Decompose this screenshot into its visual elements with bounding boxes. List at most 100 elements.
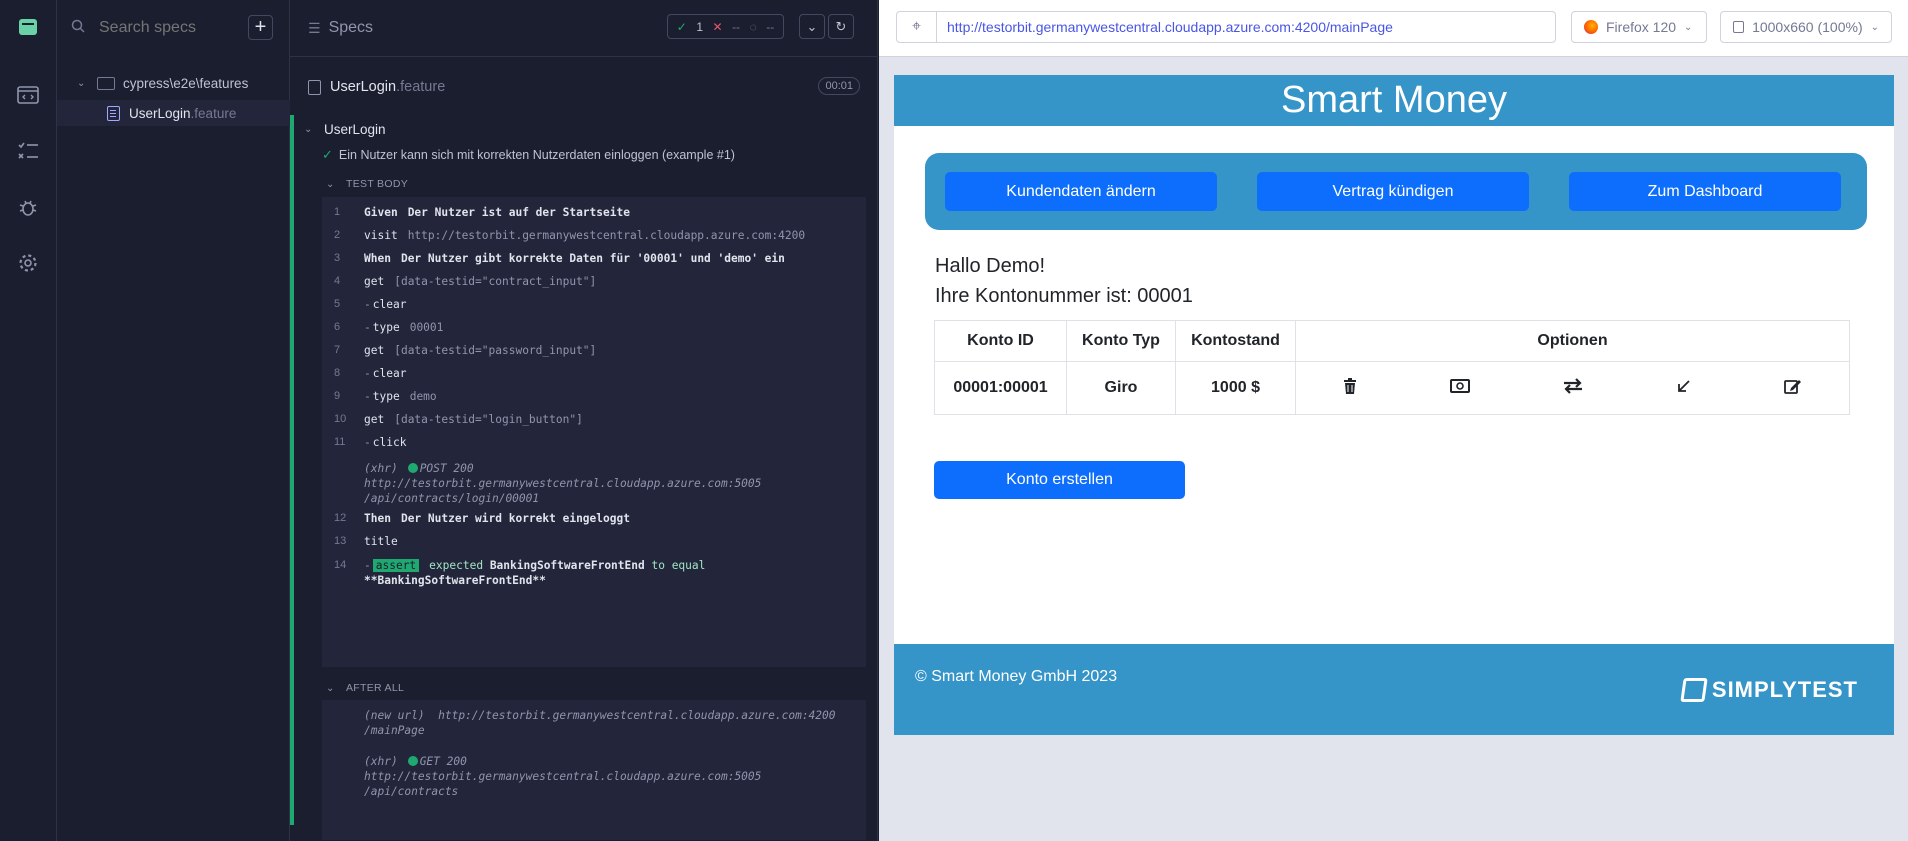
new-url-log[interactable]: (new url) http://testorbit.germanywestce… bbox=[322, 708, 866, 738]
debug-bug-icon[interactable] bbox=[15, 194, 41, 220]
chevron-down-icon: ⌄ bbox=[1870, 21, 1879, 33]
accounts-table: Konto ID Konto Typ Kontostand Optionen 0… bbox=[934, 320, 1850, 415]
command-row[interactable]: 13 title bbox=[322, 535, 866, 548]
runs-nav-icon[interactable] bbox=[15, 138, 41, 164]
create-account-button[interactable]: Konto erstellen bbox=[934, 461, 1185, 499]
command-row[interactable]: 11 - click bbox=[322, 436, 866, 449]
command-arg: [data-testid="contract_input"] bbox=[394, 275, 597, 288]
browser-bar: ⌖ http://testorbit.germanywestcentral.cl… bbox=[879, 0, 1908, 57]
column-header: Konto ID bbox=[934, 320, 1067, 362]
browser-select[interactable]: Firefox 120 ⌄ bbox=[1571, 11, 1707, 43]
child-dash: - bbox=[364, 367, 371, 380]
step-text: Der Nutzer wird korrekt eingeloggt bbox=[400, 512, 630, 525]
running-spec-row: UserLogin .feature 00:01 bbox=[290, 72, 878, 102]
viewport-icon bbox=[1733, 21, 1745, 33]
xhr-log-post[interactable]: (xhr) POST 200 http://testorbit.germanywe… bbox=[322, 461, 866, 506]
log-url-path: /mainPage bbox=[364, 724, 425, 737]
table-row: 00001:00001 Giro 1000 $ bbox=[934, 361, 1850, 415]
trash-icon[interactable] bbox=[1343, 377, 1357, 399]
running-spec-ext: .feature bbox=[396, 79, 446, 95]
command-name: clear bbox=[372, 298, 407, 311]
url-bar[interactable]: ⌖ http://testorbit.germanywestcentral.cl… bbox=[896, 11, 1556, 43]
cancel-contract-button[interactable]: Vertrag kündigen bbox=[1257, 172, 1529, 211]
options-cell bbox=[1295, 361, 1850, 415]
test-stats: ✓ 1 ✕ -- ◌ -- bbox=[667, 14, 784, 39]
command-row[interactable]: 2 visit http://testorbit.germanywestcentra… bbox=[322, 229, 866, 242]
step-text: Der Nutzer ist auf der Startseite bbox=[407, 206, 630, 219]
command-row[interactable]: 12 Then Der Nutzer wird korrekt eingeloggt bbox=[322, 512, 866, 525]
command-name: clear bbox=[372, 367, 407, 380]
arrow-down-left-icon[interactable] bbox=[1677, 378, 1691, 398]
test-title[interactable]: ✓ Ein Nutzer kann sich mit korrekten Nut… bbox=[322, 147, 735, 163]
money-icon[interactable] bbox=[1450, 378, 1471, 398]
url-text: http://testorbit.germanywestcentral.clou… bbox=[947, 19, 1393, 35]
expand-collapse-button[interactable]: ⌄ bbox=[799, 14, 825, 39]
failed-icon: ✕ bbox=[712, 19, 723, 34]
assert-expected: **BankingSoftwareFrontEnd** bbox=[364, 574, 546, 587]
check-icon: ✓ bbox=[322, 147, 333, 162]
spec-search bbox=[71, 14, 272, 42]
command-number: 10 bbox=[334, 413, 347, 425]
reporter-header: ☰ Specs ✓ 1 ✕ -- ◌ -- ⌄ ↻ bbox=[290, 0, 878, 57]
assert-row[interactable]: 14 - assert expected BankingSoftwareFrontE… bbox=[322, 558, 866, 588]
dashboard-button[interactable]: Zum Dashboard bbox=[1569, 172, 1841, 211]
spec-file-row[interactable]: UserLogin .feature bbox=[57, 100, 290, 126]
greeting: Hallo Demo! bbox=[935, 255, 1046, 277]
command-row[interactable]: 5 - clear bbox=[322, 298, 866, 311]
running-spec-name: UserLogin bbox=[330, 79, 397, 95]
command-row[interactable]: 9 - type demo bbox=[322, 390, 866, 403]
nav-rail bbox=[0, 0, 61, 841]
command-row[interactable]: 3 When Der Nutzer gibt korrekte Daten für … bbox=[322, 252, 866, 265]
log-method: POST 200 bbox=[419, 462, 474, 475]
account-type-cell: Giro bbox=[1066, 361, 1176, 415]
child-dash: - bbox=[364, 390, 371, 403]
command-row[interactable]: 7 get [data-testid="password_input"] bbox=[322, 344, 866, 357]
column-header: Kontostand bbox=[1175, 320, 1296, 362]
document-icon bbox=[308, 79, 321, 95]
folder-row[interactable]: ⌄ cypress\e2e\features bbox=[57, 70, 290, 96]
child-dash: - bbox=[364, 559, 371, 572]
xhr-log-get[interactable]: (xhr) GET 200 http://testorbit.germanywes… bbox=[322, 754, 866, 799]
log-tag: (xhr) bbox=[364, 755, 398, 768]
column-header: Optionen bbox=[1295, 320, 1850, 362]
reporter-title[interactable]: ☰ Specs bbox=[308, 19, 373, 37]
command-arg: 00001 bbox=[409, 321, 444, 334]
pending-icon: ◌ bbox=[749, 19, 757, 34]
command-row[interactable]: 4 get [data-testid="contract_input"] bbox=[322, 275, 866, 288]
command-row[interactable]: 10 get [data-testid="login_button"] bbox=[322, 413, 866, 426]
transfer-icon[interactable] bbox=[1563, 377, 1583, 399]
edit-icon[interactable] bbox=[1784, 378, 1802, 399]
viewport-size: 1000x660 bbox=[1752, 19, 1814, 35]
test-body-header[interactable]: ⌄ TEST BODY bbox=[326, 178, 408, 190]
cypress-logo-icon[interactable] bbox=[15, 14, 41, 40]
rerun-button[interactable]: ↻ bbox=[828, 14, 854, 39]
after-all-label: AFTER ALL bbox=[346, 682, 405, 694]
add-spec-button[interactable]: + bbox=[248, 15, 273, 40]
command-row[interactable]: 6 - type 00001 bbox=[322, 321, 866, 334]
edit-customer-button[interactable]: Kundendaten ändern bbox=[945, 172, 1217, 211]
specs-nav-icon[interactable] bbox=[15, 82, 41, 108]
command-name: visit bbox=[364, 229, 398, 242]
suite-block: ⌄ UserLogin ✓ Ein Nutzer kann sich mit k… bbox=[290, 115, 866, 840]
command-name: type bbox=[372, 390, 400, 403]
spec-file-name: UserLogin bbox=[129, 105, 191, 121]
command-arg: [data-testid="login_button"] bbox=[394, 413, 583, 426]
command-row[interactable]: 8 - clear bbox=[322, 367, 866, 380]
viewport-select[interactable]: 1000x660 (100%) ⌄ bbox=[1720, 11, 1892, 43]
spec-tree: ⌄ cypress\e2e\features UserLogin .feature bbox=[57, 70, 290, 126]
selector-playground-icon[interactable]: ⌖ bbox=[897, 12, 937, 42]
browser-name: Firefox 120 bbox=[1606, 19, 1677, 35]
account-id-cell: 00001:00001 bbox=[934, 361, 1067, 415]
after-all-list: (new url) http://testorbit.germanywestce… bbox=[322, 700, 866, 840]
suite-title[interactable]: ⌄ UserLogin bbox=[304, 122, 386, 137]
after-all-header[interactable]: ⌄ AFTER ALL bbox=[326, 682, 404, 694]
footer-copyright: © Smart Money GmbH 2023 bbox=[915, 668, 1118, 685]
app-footer: © Smart Money GmbH 2023 SIMPLYTEST bbox=[894, 644, 1894, 735]
child-dash: - bbox=[364, 321, 371, 334]
test-body-label: TEST BODY bbox=[346, 178, 409, 190]
search-specs-input[interactable] bbox=[99, 19, 249, 37]
command-row[interactable]: 1 Given Der Nutzer ist auf der Startseite bbox=[322, 206, 866, 219]
settings-gear-icon[interactable] bbox=[15, 250, 41, 276]
command-number: 13 bbox=[334, 535, 347, 547]
log-tag: (new url) bbox=[364, 709, 425, 722]
